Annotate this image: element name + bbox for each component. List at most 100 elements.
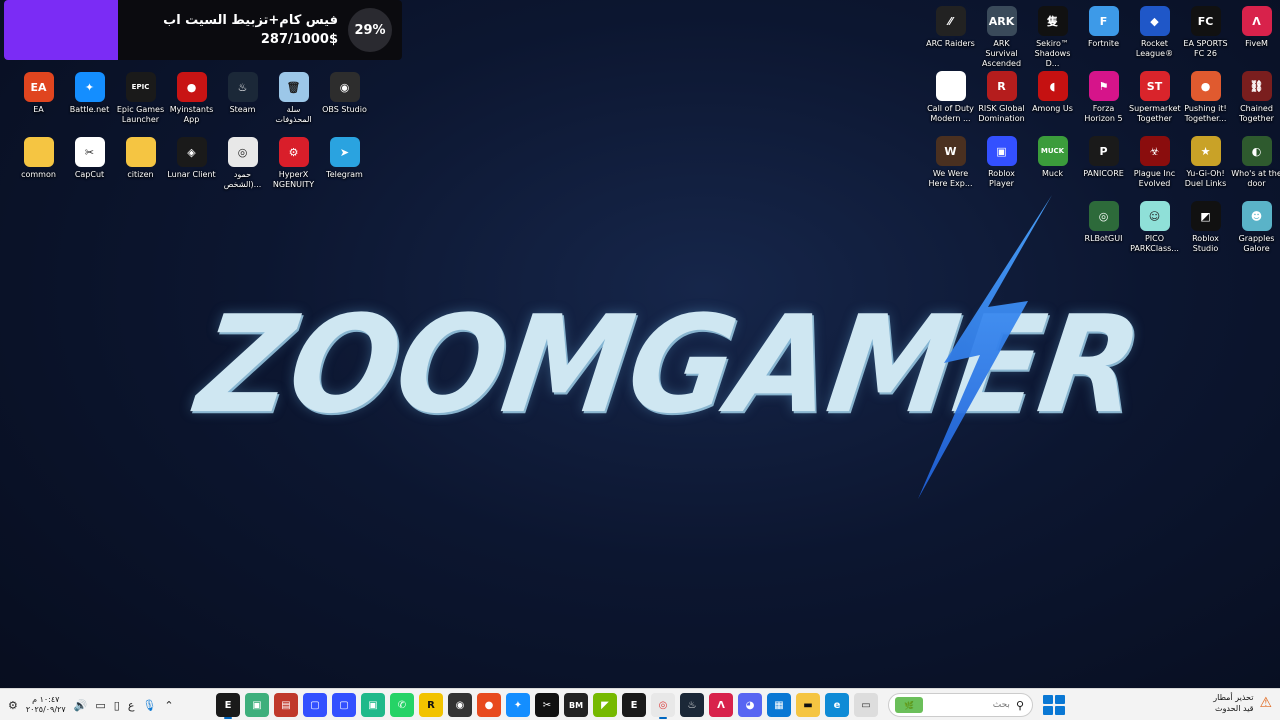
- desktop-shortcut[interactable]: ☻ Grapples Galore: [1231, 199, 1280, 264]
- taskbar-app-app-bm-icon[interactable]: BM: [564, 693, 588, 717]
- start-button[interactable]: [1041, 693, 1065, 717]
- desktop-shortcut[interactable]: ◎ حمود (الشخص...: [217, 135, 268, 200]
- desktop-shortcut-label: common: [21, 170, 56, 179]
- steam-icon: ♨: [227, 72, 258, 102]
- desktop-shortcut[interactable]: ✂ CapCut: [64, 135, 115, 200]
- plague-inc-icon: ☣: [1139, 136, 1170, 166]
- desktop-shortcut[interactable]: EA EA: [13, 70, 64, 135]
- desktop-shortcut[interactable]: 🗑 سلة المحذوفات: [268, 70, 319, 135]
- chevron-up-icon[interactable]: ⌃: [164, 699, 173, 712]
- desktop-shortcut-label: Battle.net: [69, 105, 110, 114]
- desktop-shortcut[interactable]: F Fortnite: [1078, 4, 1129, 69]
- desktop-shortcut[interactable]: Λ FiveM: [1231, 4, 1280, 69]
- taskbar-app-rockstar-icon[interactable]: R: [419, 693, 443, 717]
- supermarket-icon: ST: [1139, 71, 1170, 101]
- desktop-shortcut-label: EA SPORTS FC 26: [1183, 39, 1228, 58]
- taskbar-app-microsoft-store-icon[interactable]: ▦: [767, 693, 791, 717]
- myinstants-icon: ●: [176, 72, 207, 102]
- desktop-shortcut[interactable]: P PANICORE: [1078, 134, 1129, 199]
- desktop-shortcut[interactable]: FC EA SPORTS FC 26: [1180, 4, 1231, 69]
- fivem-icon: Λ: [1241, 6, 1272, 36]
- weather-widget[interactable]: تحذير أمطار قيد الحدوث ⚠: [1213, 692, 1272, 714]
- risk-icon: R: [986, 71, 1017, 101]
- desktop-shortcut[interactable]: ☣ Plague Inc Evolved: [1129, 134, 1180, 199]
- sekiro-icon: 隻: [1037, 6, 1068, 36]
- desktop-shortcut[interactable]: EPIC Epic Games Launcher: [115, 70, 166, 135]
- desktop-shortcut[interactable]: citizen: [115, 135, 166, 200]
- taskbar-app-battle-net-icon[interactable]: ✦: [506, 693, 530, 717]
- desktop-shortcut[interactable]: ◈ Lunar Client: [166, 135, 217, 200]
- search-input[interactable]: [939, 700, 1010, 710]
- desktop-shortcut[interactable]: ⛓ Chained Together: [1231, 69, 1280, 134]
- clock[interactable]: ١٠:٤٧ م ٢٠٢٥/٠٩/٢٧: [26, 695, 66, 715]
- pico-park-icon: ☺: [1139, 201, 1170, 231]
- capcut-icon: ✂: [74, 137, 105, 167]
- epic-games-icon: EPIC: [125, 72, 156, 102]
- desktop-shortcut[interactable]: ◖ Among Us: [1027, 69, 1078, 134]
- desktop-shortcut[interactable]: ☺ PICO PARKClass...: [1129, 199, 1180, 264]
- desktop-shortcut[interactable]: ▣ Roblox Player: [976, 134, 1027, 199]
- desktop-shortcut[interactable]: W We Were Here Exp...: [925, 134, 976, 199]
- desktop-shortcut[interactable]: ◉ OBS Studio: [319, 70, 370, 135]
- taskbar-app-capcut-icon[interactable]: ✂: [535, 693, 559, 717]
- desktop-shortcut[interactable]: ◎ RLBotGUI: [1078, 199, 1129, 264]
- desktop-shortcut-label: Fortnite: [1088, 39, 1119, 48]
- desktop-shortcut[interactable]: ♨ Steam: [217, 70, 268, 135]
- volume-icon[interactable]: 🔊: [74, 699, 88, 712]
- taskbar-app-app-teal-icon[interactable]: ▣: [361, 693, 385, 717]
- desktop-shortcut[interactable]: ➤ Telegram: [319, 135, 370, 200]
- taskbar-apps: E ▣ ▤ ▢ ▢ ▣ ✆ R ◉ ● ✦ ✂ BM ◤ E ◎ ♨ Λ ◕ ▦ ▬ e ▭: [216, 691, 878, 719]
- desktop-shortcut[interactable]: ◩ Roblox Studio: [1180, 199, 1231, 264]
- network-icon[interactable]: ▭: [95, 699, 105, 712]
- taskbar-app-whatsapp-icon[interactable]: ✆: [390, 693, 414, 717]
- taskbar-app-edge-icon[interactable]: e: [825, 693, 849, 717]
- lunar-client-icon: ◈: [176, 137, 207, 167]
- desktop-shortcut[interactable]: 隻 Sekiro™ Shadows D...: [1027, 4, 1078, 69]
- taskbar-app-app-window-icon[interactable]: ▭: [854, 693, 878, 717]
- desktop-shortcut[interactable]: ⁄⁄ ARC Raiders: [925, 4, 976, 69]
- taskbar-search[interactable]: 🌿 ⚲: [888, 693, 1033, 717]
- taskbar-app-app-red-card-icon[interactable]: ▤: [274, 693, 298, 717]
- desktop-shortcut[interactable]: ● Pushing it! Together...: [1180, 69, 1231, 134]
- taskbar-app-app-green-icon[interactable]: ▣: [245, 693, 269, 717]
- desktop-shortcut[interactable]: ◐ Who's at the door: [1231, 134, 1280, 199]
- desktop-shortcut[interactable]: ST Supermarket Together: [1129, 69, 1181, 134]
- taskbar-app-file-explorer-icon[interactable]: ▬: [796, 693, 820, 717]
- among-us-icon: ◖: [1037, 71, 1068, 101]
- taskbar-app-roblox-player-2-icon[interactable]: ▢: [332, 693, 356, 717]
- desktop-shortcut[interactable]: ✦ Battle.net: [64, 70, 115, 135]
- file-icon: [935, 71, 966, 101]
- taskbar-app-app-red-orange-icon[interactable]: ●: [477, 693, 501, 717]
- rocket-league-icon: ◆: [1139, 6, 1170, 36]
- desktop-shortcut[interactable]: common: [13, 135, 64, 200]
- taskbar-app-fivem-icon[interactable]: Λ: [709, 693, 733, 717]
- taskbar-app-roblox-player-icon[interactable]: ▢: [303, 693, 327, 717]
- desktop-shortcut[interactable]: ● Myinstants App: [166, 70, 217, 135]
- desktop-shortcut[interactable]: MUCK Muck: [1027, 134, 1078, 199]
- taskbar-app-discord-icon[interactable]: ◕: [738, 693, 762, 717]
- desktop-shortcut[interactable]: ⚑ Forza Horizon 5: [1078, 69, 1129, 134]
- desktop-shortcut-label: Lunar Client: [167, 170, 216, 179]
- desktop-shortcut-label: HyperX NGENUITY: [272, 170, 315, 189]
- taskbar-app-steam-icon[interactable]: ♨: [680, 693, 704, 717]
- settings-tray-icon[interactable]: ⚙: [8, 699, 18, 712]
- desktop-shortcut[interactable]: ★ Yu-Gi-Oh! Duel Links: [1180, 134, 1231, 199]
- microphone-icon[interactable]: 🎙: [142, 699, 156, 712]
- desktop-shortcut-label: Chained Together: [1239, 104, 1274, 123]
- desktop-shortcut[interactable]: R RISK Global Domination: [976, 69, 1027, 134]
- desktop-shortcut[interactable]: Call of Duty Modern ...: [925, 69, 976, 134]
- taskbar-app-epic-games-icon[interactable]: E: [216, 693, 240, 719]
- desktop-shortcut[interactable]: ⚙ HyperX NGENUITY: [268, 135, 319, 200]
- taskbar-app-app-dark-circle-icon[interactable]: ◉: [448, 693, 472, 717]
- desktop-shortcut-label: ARC Raiders: [926, 39, 975, 48]
- taskbar-app-nvidia-icon[interactable]: ◤: [593, 693, 617, 717]
- battery-icon[interactable]: ▯: [114, 699, 120, 712]
- desktop-shortcut[interactable]: ARK ARK Survival Ascended: [976, 4, 1027, 69]
- ea-icon: EA: [23, 72, 54, 102]
- desktop-shortcut[interactable]: ◆ Rocket League®: [1129, 4, 1180, 69]
- goal-title: فيس كام+تزبيط السيت اب: [163, 13, 338, 28]
- taskbar-app-epic-games-2-icon[interactable]: E: [622, 693, 646, 717]
- goal-amount: 287/1000$: [260, 32, 338, 47]
- language-indicator[interactable]: ع: [128, 699, 135, 712]
- taskbar-app-chrome-icon[interactable]: ◎: [651, 693, 675, 719]
